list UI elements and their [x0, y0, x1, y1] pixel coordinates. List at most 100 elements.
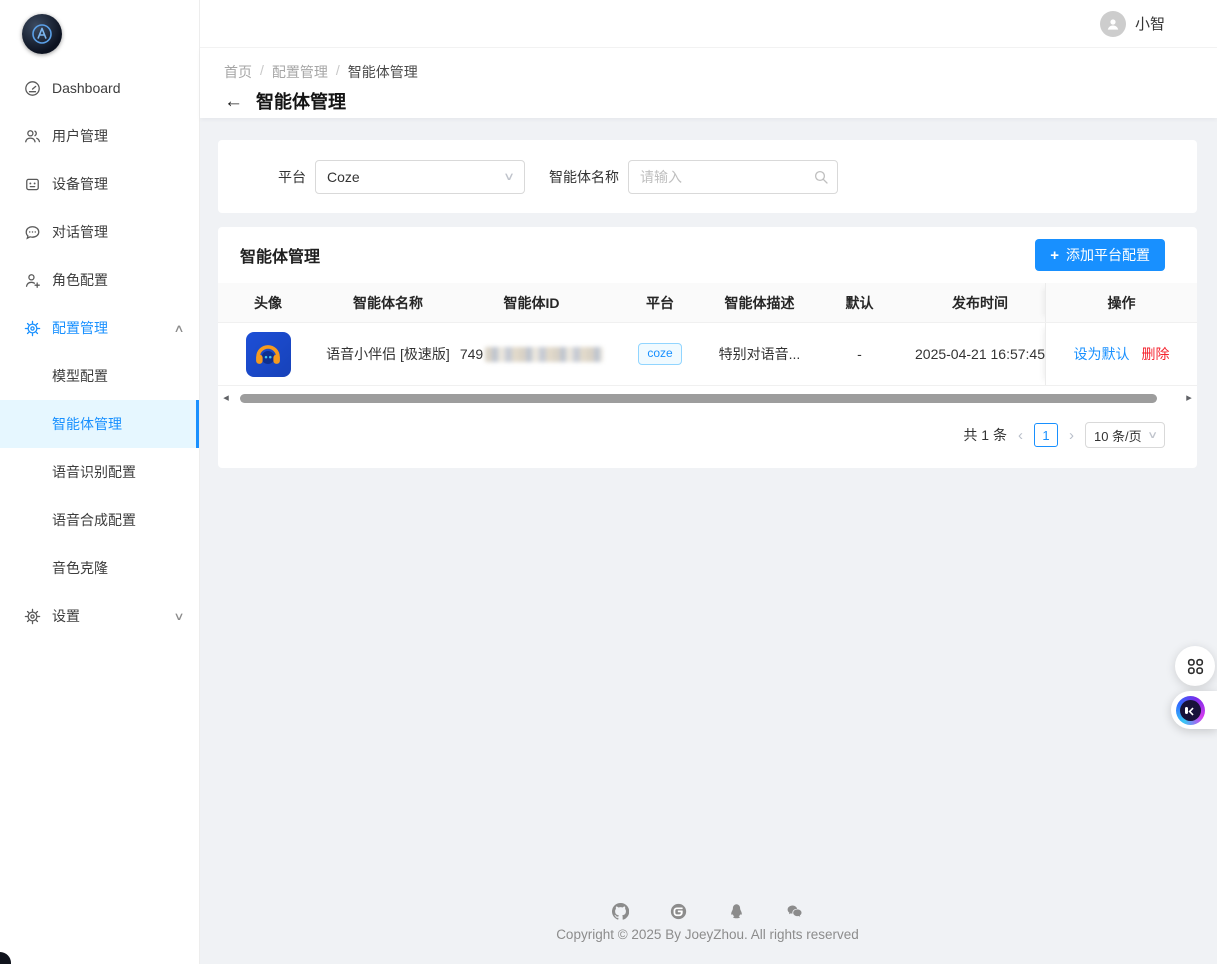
sidebar-subitem-label: 模型配置 — [52, 366, 108, 386]
search-icon[interactable] — [813, 169, 829, 185]
plus-icon: + — [1050, 248, 1059, 263]
breadcrumb: 首页 / 配置管理 / 智能体管理 — [200, 48, 1217, 82]
sidebar-item-settings[interactable]: 设置 ∨ — [0, 592, 199, 640]
cell-default: - — [804, 323, 915, 385]
horizontal-scrollbar: ◂ ▸ — [220, 390, 1195, 406]
app-window: Dashboard 用户管理 设备管理 对话管理 角色配置 — [0, 0, 1217, 964]
breadcrumb-config-management[interactable]: 配置管理 — [272, 62, 328, 82]
page-size-select[interactable]: 10 条/页 ∨ — [1085, 422, 1165, 448]
table-header-row: 头像 智能体名称 智能体ID 平台 智能体描述 默认 发布时间 操作 — [218, 283, 1197, 323]
set-default-link[interactable]: 设为默认 — [1074, 344, 1130, 364]
user-add-icon — [24, 272, 41, 289]
scroll-left-icon[interactable]: ◂ — [220, 393, 232, 404]
robot-icon — [1176, 696, 1205, 725]
agent-avatar — [246, 332, 291, 377]
agent-id-prefix: 749 — [460, 346, 483, 362]
sidebar-item-label: 角色配置 — [52, 270, 183, 290]
wechat-icon[interactable] — [786, 903, 803, 920]
cell-avatar — [218, 323, 318, 385]
sidebar: Dashboard 用户管理 设备管理 对话管理 角色配置 — [0, 0, 200, 964]
gear-icon — [24, 608, 41, 625]
breadcrumb-current: 智能体管理 — [348, 62, 418, 82]
cell-published-at: 2025-04-21 16:57:45 — [915, 323, 1045, 385]
delete-link[interactable]: 删除 — [1142, 344, 1170, 364]
sidebar-subitem-asr-config[interactable]: 语音识别配置 — [0, 448, 199, 496]
scrollbar-track[interactable] — [232, 393, 1183, 403]
copyright-text: Copyright © 2025 By JoeyZhou. All rights… — [218, 927, 1197, 942]
current-page-button[interactable]: 1 — [1034, 423, 1058, 447]
qq-icon[interactable] — [728, 903, 745, 920]
users-icon — [24, 128, 41, 145]
platform-label: 平台 — [278, 167, 306, 187]
sidebar-subitem-label: 语音识别配置 — [52, 462, 136, 482]
column-header-id: 智能体ID — [458, 283, 605, 322]
breadcrumb-separator: / — [260, 62, 264, 82]
sidebar-item-user-management[interactable]: 用户管理 — [0, 112, 199, 160]
topbar: 小智 — [200, 0, 1217, 48]
column-header-name: 智能体名称 — [318, 283, 458, 322]
page-title: 智能体管理 — [256, 88, 346, 114]
gear-icon — [24, 320, 41, 337]
sidebar-item-conversation-management[interactable]: 对话管理 — [0, 208, 199, 256]
scrollbar-thumb[interactable] — [240, 394, 1157, 403]
redacted-id-blur — [485, 347, 603, 362]
github-icon[interactable] — [612, 903, 629, 920]
cell-name: 语音小伴侣 [极速版] — [318, 323, 458, 385]
column-header-platform: 平台 — [605, 283, 715, 322]
platform-select[interactable]: Coze ∨ — [315, 160, 525, 194]
dashboard-icon — [24, 80, 41, 97]
sidebar-subitem-model-config[interactable]: 模型配置 — [0, 352, 199, 400]
gitee-icon[interactable] — [670, 903, 687, 920]
sidebar-item-device-management[interactable]: 设备管理 — [0, 160, 199, 208]
sidebar-subitem-label: 智能体管理 — [52, 414, 122, 434]
column-header-default: 默认 — [804, 283, 915, 322]
breadcrumb-separator: / — [336, 62, 340, 82]
column-header-published: 发布时间 — [915, 283, 1045, 322]
sidebar-item-label: 设置 — [52, 606, 175, 626]
table-card-title: 智能体管理 — [240, 243, 320, 267]
sidebar-subitem-agent-management[interactable]: 智能体管理 — [0, 400, 199, 448]
sidebar-item-config-management[interactable]: 配置管理 ∧ — [0, 304, 199, 352]
cell-actions: 设为默认 删除 — [1045, 323, 1197, 385]
apps-grid-icon — [1187, 658, 1204, 675]
main-area: 小智 首页 / 配置管理 / 智能体管理 ← 智能体管理 平台 Coze ∨ — [200, 0, 1217, 964]
content-area: 平台 Coze ∨ 智能体名称 智能体管理 — [200, 118, 1217, 964]
page-header: 首页 / 配置管理 / 智能体管理 ← 智能体管理 — [200, 48, 1217, 118]
column-header-actions: 操作 — [1045, 283, 1197, 322]
sidebar-item-label: 对话管理 — [52, 222, 183, 242]
apps-grid-button[interactable] — [1175, 646, 1215, 686]
column-header-description: 智能体描述 — [715, 283, 804, 322]
agent-table-card: 智能体管理 + 添加平台配置 头像 智能体名称 智能体ID 平台 智能体描述 默… — [218, 227, 1197, 468]
sidebar-item-dashboard[interactable]: Dashboard — [0, 64, 199, 112]
back-arrow-icon[interactable]: ← — [224, 92, 243, 111]
column-header-avatar: 头像 — [218, 283, 318, 322]
footer: Copyright © 2025 By JoeyZhou. All rights… — [218, 903, 1197, 964]
sidebar-subitem-tts-config[interactable]: 语音合成配置 — [0, 496, 199, 544]
sidebar-subitem-label: 语音合成配置 — [52, 510, 136, 530]
app-logo[interactable] — [0, 0, 199, 64]
sidebar-subitem-voice-clone[interactable]: 音色克隆 — [0, 544, 199, 592]
cell-description: 特别对语音... — [715, 323, 804, 385]
avatar[interactable] — [1100, 11, 1126, 37]
sidebar-item-label: 设备管理 — [52, 174, 183, 194]
agent-name-input[interactable] — [628, 160, 838, 194]
table-row: 语音小伴侣 [极速版] 749 coze 特别对语音... - 202 — [218, 323, 1197, 386]
prev-page-icon[interactable]: ‹ — [1016, 427, 1025, 444]
sidebar-item-label: 用户管理 — [52, 126, 183, 146]
sidebar-item-role-config[interactable]: 角色配置 — [0, 256, 199, 304]
agent-name-label: 智能体名称 — [549, 167, 619, 187]
chat-assistant-button[interactable] — [1171, 691, 1217, 729]
pagination: 共 1 条 ‹ 1 › 10 条/页 ∨ — [218, 406, 1197, 452]
platform-tag: coze — [638, 343, 681, 365]
sidebar-item-label: 配置管理 — [52, 318, 175, 338]
next-page-icon[interactable]: › — [1067, 427, 1076, 444]
sidebar-subitem-label: 音色克隆 — [52, 558, 108, 578]
scroll-right-icon[interactable]: ▸ — [1183, 393, 1195, 404]
cell-id: 749 — [458, 323, 605, 385]
chevron-down-icon: ∨ — [503, 170, 515, 183]
chevron-down-icon: ∨ — [1147, 430, 1158, 441]
agent-table: 头像 智能体名称 智能体ID 平台 智能体描述 默认 发布时间 操作 — [218, 283, 1197, 386]
breadcrumb-home[interactable]: 首页 — [224, 62, 252, 82]
add-platform-config-button[interactable]: + 添加平台配置 — [1035, 239, 1165, 271]
user-name[interactable]: 小智 — [1135, 13, 1165, 34]
